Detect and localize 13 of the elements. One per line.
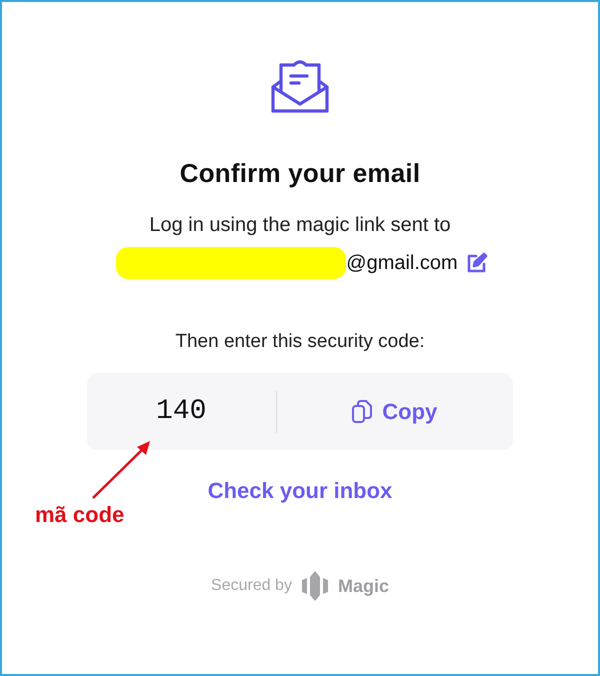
check-inbox-link[interactable]: Check your inbox (208, 478, 392, 504)
email-address: @gmail.com (346, 252, 458, 274)
copy-button[interactable]: Copy (294, 382, 495, 442)
instruction-text: Log in using the magic link sent to (149, 214, 451, 237)
annotation-label: mã code (35, 502, 124, 528)
security-code: 140 (155, 396, 208, 427)
brand-logo-icon (300, 570, 330, 602)
code-prompt: Then enter this security code: (175, 331, 425, 353)
brand-name: Magic (338, 576, 389, 596)
dialog-title: Confirm your email (180, 158, 420, 189)
copy-icon (352, 400, 372, 424)
edit-icon[interactable] (466, 252, 488, 274)
secured-by-text: Secured by (211, 577, 292, 595)
